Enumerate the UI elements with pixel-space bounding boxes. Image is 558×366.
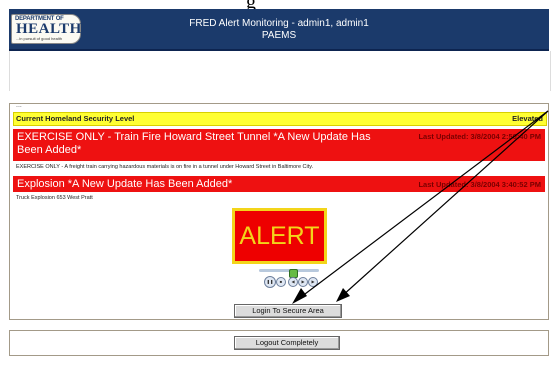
alert-banner-explosion[interactable]: Explosion *A New Update Has Been Added* … bbox=[13, 176, 545, 192]
homeland-security-level: Elevated bbox=[512, 114, 543, 123]
media-seek-slider[interactable] bbox=[259, 269, 319, 278]
homeland-security-label: Current Homeland Security Level bbox=[16, 114, 135, 123]
alert-last-updated: Last Updated: 3/8/2004 2:50:40 PM bbox=[418, 132, 541, 141]
stop-icon[interactable]: ■ bbox=[276, 277, 286, 287]
alert-banner-train-fire[interactable]: EXERCISE ONLY - Train Fire Howard Street… bbox=[13, 129, 545, 161]
page-title-line1: FRED Alert Monitoring - admin1, admin1 bbox=[189, 18, 369, 29]
homeland-security-bar: Current Homeland Security Level Elevated bbox=[13, 112, 547, 126]
app-header: DEPARTMENT OF HEALTH ...in pursuit of go… bbox=[9, 9, 549, 51]
header-spacer bbox=[9, 51, 551, 91]
alert-title[interactable]: EXERCISE ONLY - Train Fire Howard Street… bbox=[17, 131, 397, 157]
logout-button[interactable]: Logout Completely bbox=[234, 336, 340, 350]
page-title: FRED Alert Monitoring - admin1, admin1 P… bbox=[9, 18, 549, 42]
alert-last-updated: Last Updated: 3/8/2004 3:40:52 PM bbox=[418, 180, 541, 189]
pause-icon[interactable]: ❚❚ bbox=[264, 276, 276, 288]
page-title-line2: PAEMS bbox=[261, 30, 297, 41]
alert-description: EXERCISE ONLY - A freight train carrying… bbox=[16, 164, 314, 170]
login-secure-area-button[interactable]: Login To Secure Area bbox=[234, 304, 342, 318]
alerts-panel: ... Current Homeland Security Level Elev… bbox=[9, 102, 549, 320]
media-player: ❚❚ ■ ◀ ▶ ▶ bbox=[251, 267, 326, 289]
alert-graphic: ALERT bbox=[232, 208, 327, 264]
fast-forward-icon[interactable]: ▶ bbox=[298, 277, 308, 287]
alert-graphic-text: ALERT bbox=[239, 222, 320, 250]
rewind-icon[interactable]: ◀ bbox=[288, 277, 298, 287]
alert-description: Truck Explosion 653 West Pratt bbox=[16, 195, 93, 201]
logout-panel: Logout Completely bbox=[9, 330, 549, 356]
alert-title[interactable]: Explosion *A New Update Has Been Added* bbox=[17, 178, 397, 191]
panel-fragment-text: ... bbox=[16, 102, 22, 109]
next-icon[interactable]: ▶ bbox=[308, 277, 318, 287]
